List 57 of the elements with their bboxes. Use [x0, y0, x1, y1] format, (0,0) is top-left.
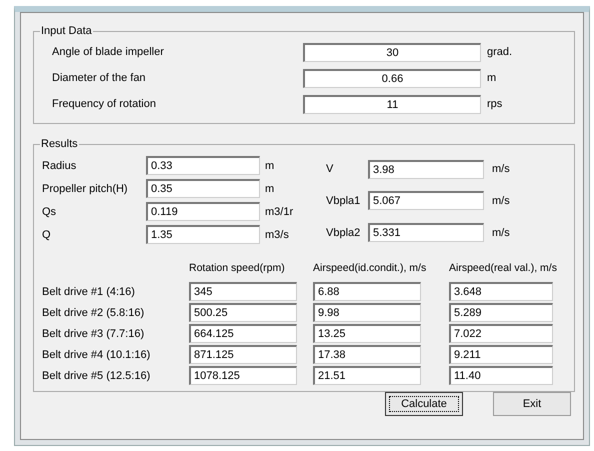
result-field: 0.33 — [146, 156, 260, 175]
unit-label: m/s — [492, 226, 510, 239]
row-label: Belt drive #1 (4:16) — [42, 286, 136, 298]
result-field: 1078.125 — [189, 366, 297, 385]
result-label: Vbpla2 — [326, 226, 362, 239]
field-label: Frequency of rotation — [52, 98, 157, 110]
unit-label: m3/s — [265, 228, 290, 240]
dialog-button[interactable]: Exit — [493, 392, 571, 416]
result-field: 11.40 — [449, 366, 553, 385]
result-field: 345 — [189, 282, 297, 301]
column-header: Airspeed(real val.), m/s — [449, 262, 558, 274]
result-label: Q — [42, 228, 52, 240]
result-field: 5.067 — [368, 191, 484, 210]
field-label: Angle of blade impeller — [52, 46, 165, 58]
result-field: 871.125 — [189, 345, 297, 364]
result-field: 13.25 — [313, 324, 421, 343]
field-label: Diameter of the fan — [52, 72, 147, 84]
result-label: Qs — [42, 206, 58, 218]
column-header: Airspeed(id.condit.), m/s — [313, 262, 428, 274]
result-label: Vbpla1 — [326, 194, 362, 207]
unit-label: rps — [487, 98, 504, 110]
unit-label: m/s — [492, 194, 510, 207]
result-field: 0.119 — [146, 202, 260, 221]
column-header: Rotation speed(rpm) — [189, 262, 286, 274]
result-field: 21.51 — [313, 366, 421, 385]
group-title: Input Data — [40, 25, 93, 37]
row-label: Belt drive #2 (5.8:16) — [42, 306, 146, 318]
row-label: Belt drive #5 (12.5:16) — [42, 370, 152, 382]
input-field[interactable]: 30 — [303, 42, 481, 62]
result-field: 1.35 — [146, 225, 260, 244]
dialog-button[interactable]: Calculate — [385, 392, 463, 416]
unit-label: m — [487, 72, 498, 84]
row-label: Belt drive #4 (10.1:16) — [42, 348, 152, 360]
group-title: Results — [40, 138, 79, 150]
result-label: V — [326, 163, 334, 176]
result-label: Radius — [42, 160, 78, 172]
result-field: 5.289 — [449, 303, 553, 322]
input-field[interactable]: 11 — [303, 94, 481, 114]
result-field: 7.022 — [449, 324, 553, 343]
result-field: 500.25 — [189, 303, 297, 322]
input-field[interactable]: 0.66 — [303, 68, 481, 88]
result-field: 3.98 — [368, 160, 484, 179]
unit-label: grad. — [487, 46, 514, 58]
result-field: 3.648 — [449, 282, 553, 301]
result-field: 9.98 — [313, 303, 421, 322]
unit-label: m3/1r — [265, 206, 294, 218]
unit-label: m — [265, 160, 276, 172]
result-field: 0.35 — [146, 179, 260, 198]
result-field: 6.88 — [313, 282, 421, 301]
result-field: 17.38 — [313, 345, 421, 364]
result-label: Propeller pitch(H) — [42, 182, 129, 194]
unit-label: m — [265, 182, 276, 194]
result-field: 664.125 — [189, 324, 297, 343]
result-field: 9.211 — [449, 345, 553, 364]
result-field: 5.331 — [368, 223, 484, 242]
row-label: Belt drive #3 (7.7:16) — [42, 328, 146, 340]
unit-label: m/s — [492, 163, 510, 176]
